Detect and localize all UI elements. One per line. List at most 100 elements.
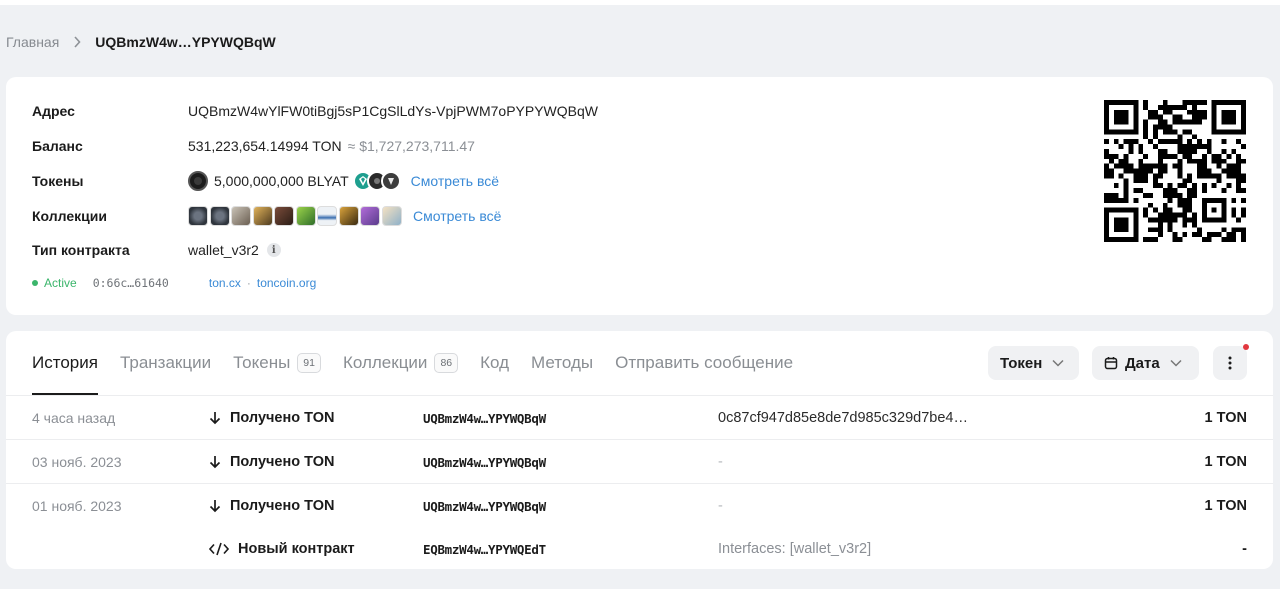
tx-time: 01 нояб. 2023: [32, 498, 122, 514]
tx-type-label: Получено TON: [230, 410, 335, 426]
code-icon: [209, 542, 229, 556]
table-row[interactable]: 4 часа назад Получено TON UQBmzW4w…YPYWQ…: [6, 395, 1273, 439]
nft-thumbnails[interactable]: [188, 206, 403, 226]
more-options-button[interactable]: [1213, 346, 1247, 380]
table-row[interactable]: Новый контракт EQBmzW4w…YPYWQEdT Interfa…: [6, 527, 1273, 569]
tab-label: Коллекции: [342, 353, 428, 372]
balance-ton: 531,223,654.14994 TON: [188, 138, 342, 154]
token-icons-stack[interactable]: [352, 171, 401, 191]
tx-comment: -: [718, 498, 723, 514]
triangle-token-icon: [380, 171, 401, 191]
tx-comment: -: [718, 454, 723, 470]
arrow-down-icon: [209, 411, 221, 425]
tab-count-badge: 91: [297, 353, 321, 373]
table-row[interactable]: 03 нояб. 2023 Получено TON UQBmzW4w…YPYW…: [6, 439, 1273, 483]
tokens-see-all-link[interactable]: Смотреть всё: [411, 173, 499, 189]
contract-type-text: wallet_v3r2: [188, 242, 259, 258]
tab-label: Код: [480, 353, 510, 372]
contract-type-label: Тип контракта: [32, 242, 130, 258]
tx-comment: Interfaces: [wallet_v3r2]: [718, 541, 872, 557]
date-filter-label: Дата: [1125, 354, 1160, 372]
collections-see-all-link[interactable]: Смотреть всё: [413, 208, 501, 224]
arrow-down-icon: [209, 455, 221, 469]
tab-code[interactable]: Код: [480, 331, 509, 395]
address-info-card: Адрес UQBmzW4wYlFW0tiBgj5sP1CgSlLdYs-Vpj…: [6, 77, 1273, 315]
nft-thumbnail[interactable]: [209, 206, 230, 226]
nft-thumbnail[interactable]: [274, 206, 294, 226]
balance-value: 531,223,654.14994 TON ≈ $1,727,273,711.4…: [188, 138, 475, 154]
tx-type: Получено TON: [209, 440, 334, 484]
collections-label: Коллекции: [32, 208, 107, 224]
tx-address[interactable]: UQBmzW4w…YPYWQBqW: [423, 396, 546, 440]
status-badge: Active: [44, 276, 77, 290]
tokens-label: Токены: [32, 173, 84, 189]
address-row: Адрес UQBmzW4wYlFW0tiBgj5sP1CgSlLdYs-Vpj…: [32, 100, 598, 122]
info-icon[interactable]: i: [266, 243, 281, 257]
tx-address[interactable]: UQBmzW4w…YPYWQBqW: [423, 484, 546, 528]
nft-thumbnail[interactable]: [317, 206, 337, 226]
tab-label: История: [32, 353, 98, 372]
history-card: История Транзакции Токены 91 Коллекции 86 …: [6, 331, 1273, 569]
address-value[interactable]: UQBmzW4wYlFW0tiBgj5sP1CgSlLdYs-VpjPWM7oP…: [188, 103, 598, 119]
tab-tokens[interactable]: Токены 91: [233, 331, 321, 395]
qr-code-icon[interactable]: [1104, 100, 1246, 242]
balance-label: Баланс: [32, 138, 83, 154]
explorer-link-toncoin[interactable]: toncoin.org: [257, 276, 316, 290]
nft-thumbnail[interactable]: [231, 206, 251, 226]
token-filter-label: Токен: [1000, 354, 1043, 372]
balance-fiat: ≈ $1,727,273,711.47: [347, 138, 475, 154]
chevron-down-icon: [1052, 359, 1064, 367]
tx-comment: 0c87cf947d85e8de7d985c329d7be4…: [718, 410, 968, 426]
nft-thumbnail[interactable]: [295, 206, 316, 226]
link-separator: ·: [246, 276, 251, 290]
tx-type-label: Получено TON: [230, 498, 335, 514]
nft-thumbnail[interactable]: [360, 206, 380, 226]
contract-type-row: Тип контракта wallet_v3r2 i: [32, 239, 281, 261]
tx-address[interactable]: EQBmzW4w…YPYWQEdT: [423, 527, 546, 569]
nft-thumbnail[interactable]: [188, 206, 208, 226]
collections-value: Смотреть всё: [188, 206, 501, 226]
calendar-icon: [1104, 356, 1118, 370]
tab-history[interactable]: История: [32, 331, 98, 395]
tx-amount: 1 TON: [1204, 498, 1247, 514]
breadcrumb-home[interactable]: Главная: [6, 34, 59, 50]
status-row: Active 0:66c…61640 ton.cx · toncoin.org: [32, 275, 316, 291]
chevron-down-icon: [1170, 359, 1182, 367]
date-filter-button[interactable]: Дата: [1092, 346, 1199, 380]
tab-send-message[interactable]: Отправить сообщение: [615, 331, 793, 395]
tx-type: Получено TON: [209, 484, 334, 528]
table-row[interactable]: 01 нояб. 2023 Получено TON UQBmzW4w…YPYW…: [6, 483, 1273, 527]
tab-transactions[interactable]: Транзакции: [120, 331, 211, 395]
breadcrumb-current: UQBmzW4w…YPYWQBqW: [95, 34, 276, 50]
chevron-right-icon: [73, 36, 81, 48]
blyat-token-icon: [188, 171, 208, 191]
tx-address[interactable]: UQBmzW4w…YPYWQBqW: [423, 440, 546, 484]
tokens-row: Токены 5,000,000,000 BLYAT Смотреть всё: [32, 170, 499, 192]
tx-amount: -: [1242, 541, 1247, 557]
top-edge: [0, 0, 1280, 5]
balance-row: Баланс 531,223,654.14994 TON ≈ $1,727,27…: [32, 135, 475, 157]
tx-time: 4 часа назад: [32, 410, 116, 426]
nft-thumbnail[interactable]: [338, 206, 359, 226]
collections-row: Коллекции Смотреть всё: [32, 205, 501, 227]
tx-type: Получено TON: [209, 396, 334, 440]
nft-thumbnail[interactable]: [252, 206, 273, 226]
token-main-balance[interactable]: 5,000,000,000 BLYAT: [214, 173, 349, 189]
tab-bar: История Транзакции Токены 91 Коллекции 86 …: [32, 331, 815, 395]
breadcrumb: Главная UQBmzW4w…YPYWQBqW: [6, 33, 276, 51]
arrow-down-icon: [209, 499, 221, 513]
tab-label: Транзакции: [119, 353, 212, 372]
raw-address-hash[interactable]: 0:66c…61640: [93, 276, 169, 290]
token-filter-button[interactable]: Токен: [988, 346, 1079, 380]
contract-type-value: wallet_v3r2 i: [188, 242, 281, 258]
transactions-list: 4 часа назад Получено TON UQBmzW4w…YPYWQ…: [6, 395, 1273, 569]
tab-label: Отправить сообщение: [615, 353, 794, 372]
tab-collections[interactable]: Коллекции 86: [342, 331, 459, 395]
explorer-link-toncx[interactable]: ton.cx: [209, 276, 241, 290]
tx-amount: 1 TON: [1204, 454, 1247, 470]
more-vertical-icon: [1228, 356, 1232, 370]
tab-methods[interactable]: Методы: [531, 331, 593, 395]
nft-thumbnail[interactable]: [381, 206, 402, 226]
explorer-links: ton.cx · toncoin.org: [209, 276, 316, 290]
tx-type: Новый контракт: [209, 527, 355, 569]
